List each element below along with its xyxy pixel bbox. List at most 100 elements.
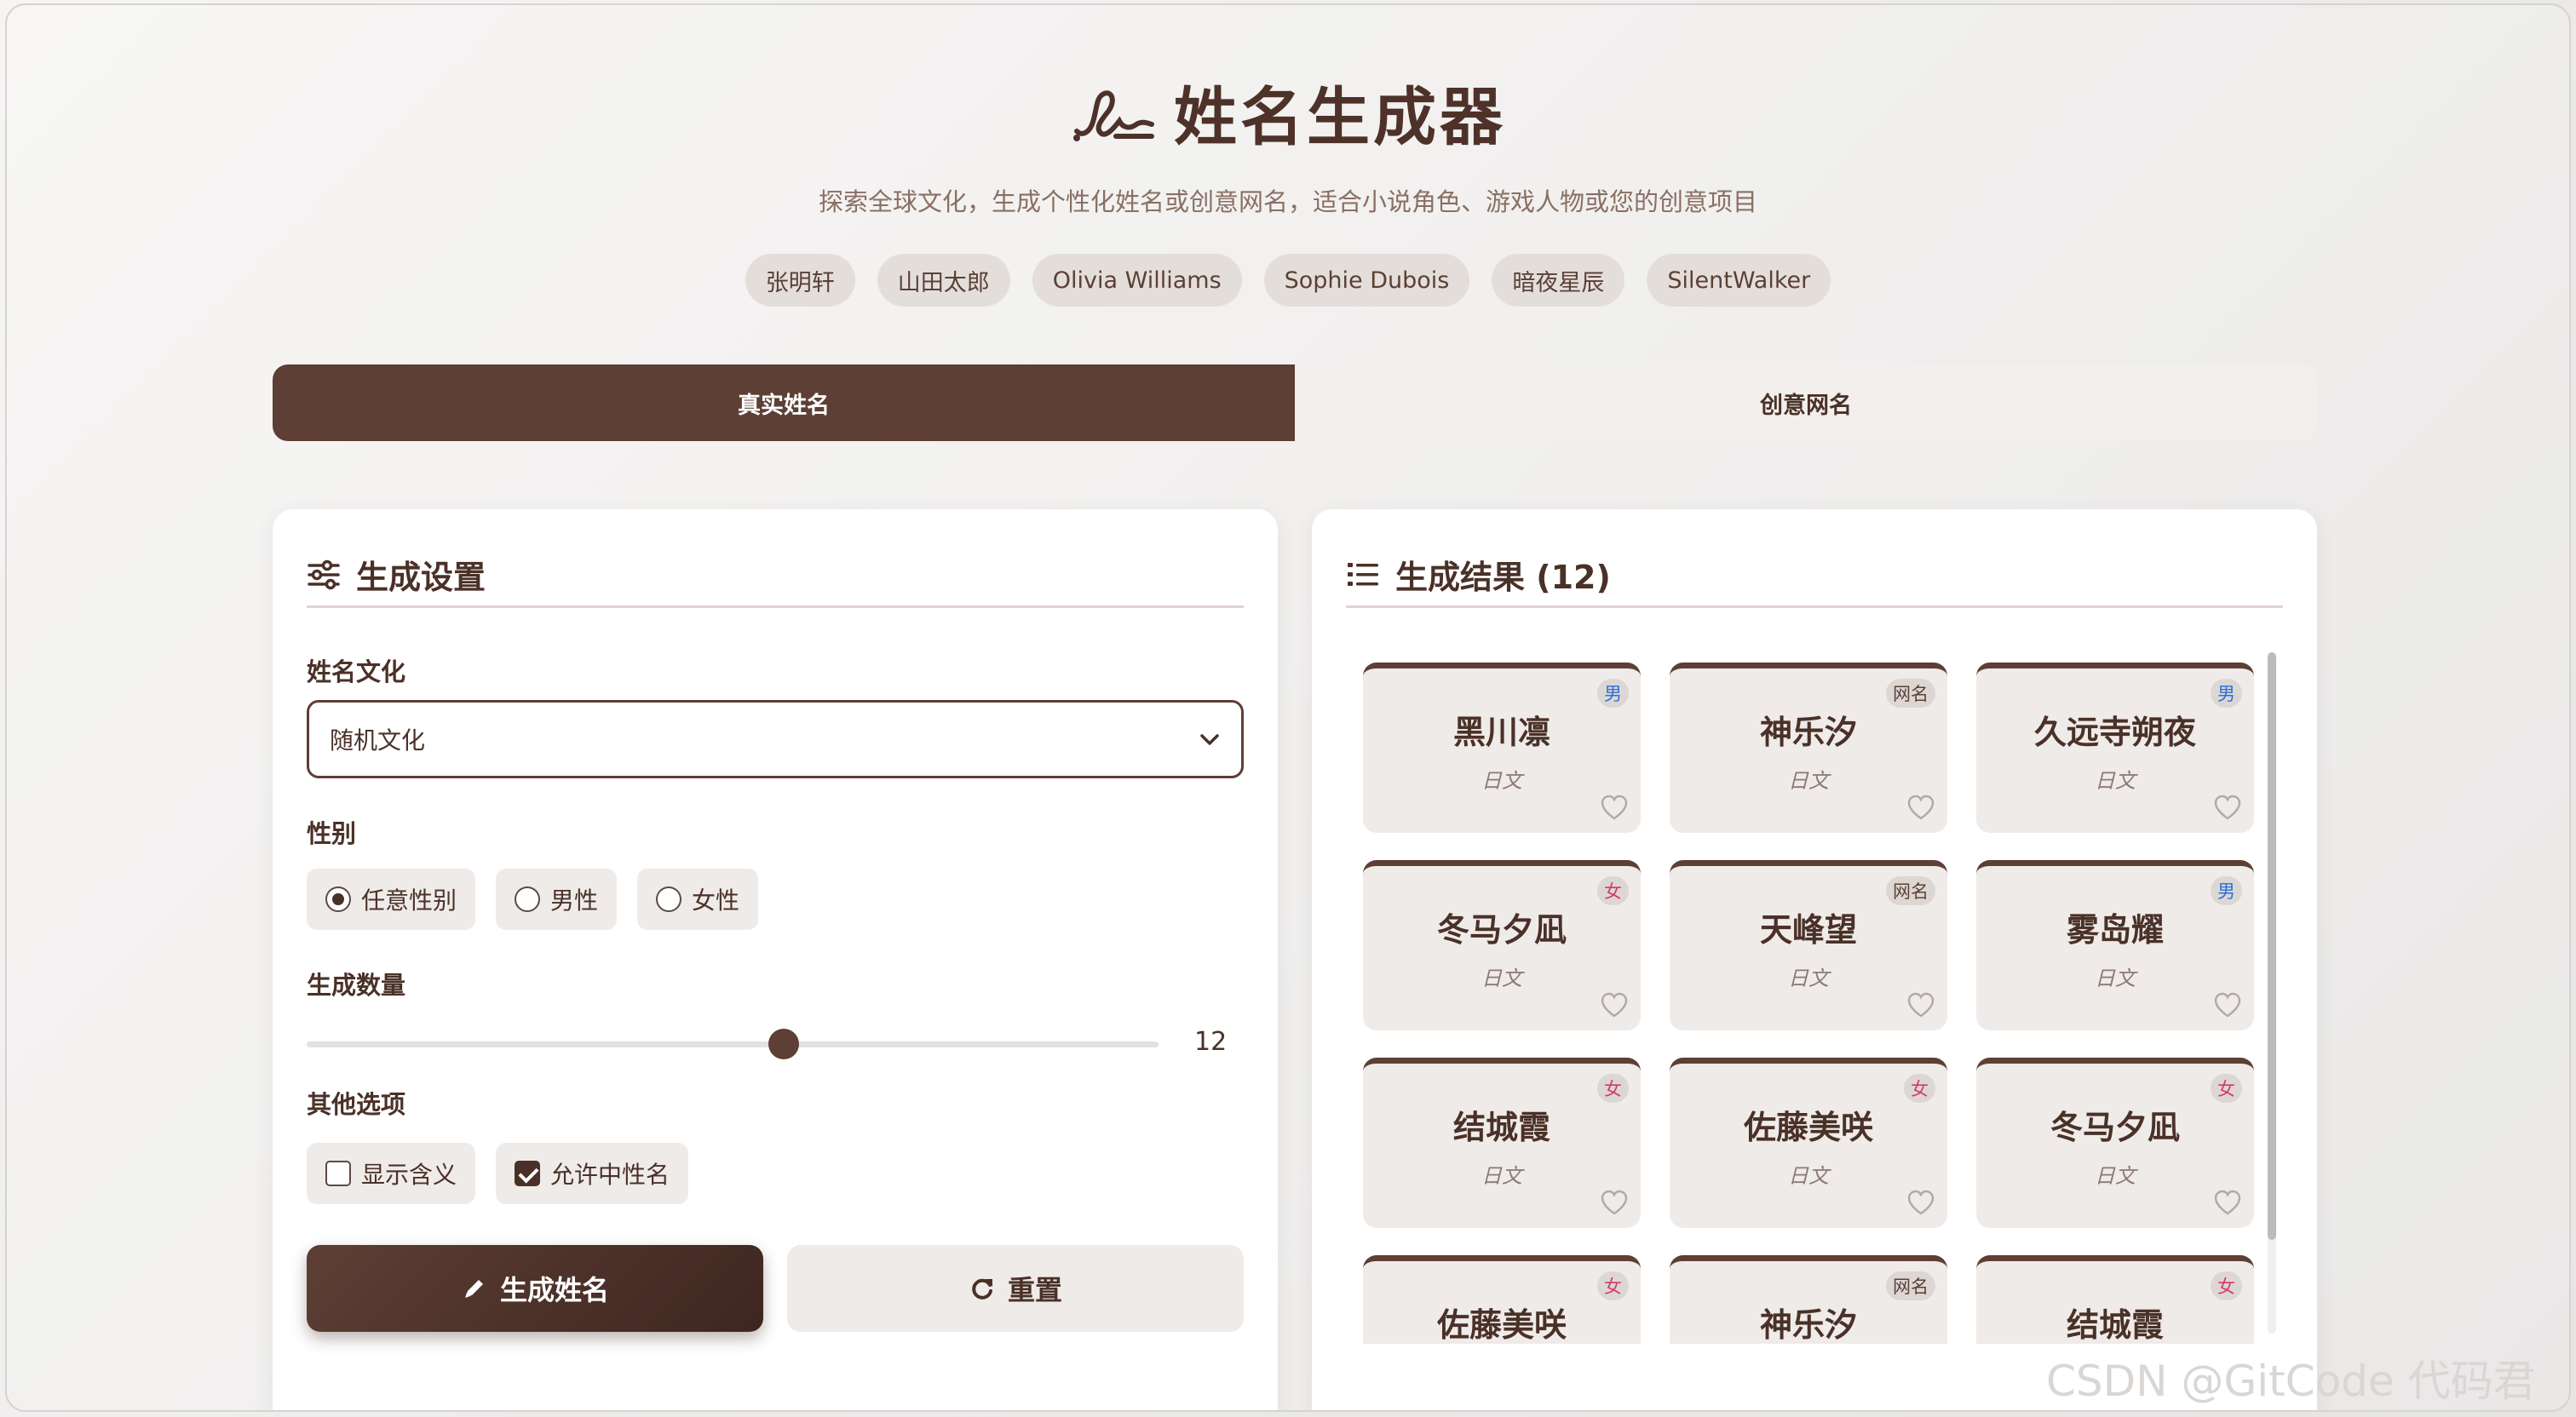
heart-icon[interactable]: [1600, 991, 1629, 1018]
example-chips: 张明轩 山田太郎 Olivia Williams Sophie Dubois 暗…: [7, 254, 2569, 307]
name-card[interactable]: 男久远寺朔夜日文: [1976, 663, 2254, 833]
scrollbar-thumb[interactable]: [2268, 652, 2276, 1240]
tab-creative-nicknames[interactable]: 创意网名: [1295, 364, 2317, 441]
generate-button-label: 生成姓名: [499, 1274, 609, 1306]
name-card[interactable]: 女冬马夕凪 日文: [1363, 860, 1641, 1030]
gender-badge: 网名: [1886, 876, 1935, 905]
generated-name: 冬马夕凪: [2050, 1109, 2180, 1146]
sliders-icon: [308, 559, 340, 589]
results-scrollbar[interactable]: [2268, 652, 2276, 1334]
culture-select-value: 随机文化: [330, 726, 426, 754]
list-icon: [1348, 562, 1378, 586]
example-chip[interactable]: 暗夜星辰: [1492, 254, 1625, 307]
name-card[interactable]: 男黑川凛 日文: [1363, 663, 1641, 833]
heart-icon[interactable]: [1906, 1189, 1935, 1216]
results-header: 生成结果 (12): [1346, 543, 2283, 608]
gender-badge: 女: [1597, 1074, 1629, 1103]
settings-header: 生成设置: [307, 543, 1244, 608]
page-title: 姓名生成器: [1174, 81, 1506, 154]
signature-icon: [1073, 89, 1154, 141]
example-chip[interactable]: Sophie Dubois: [1263, 254, 1470, 307]
pencil-icon: [464, 1280, 483, 1298]
chevron-down-icon: [1200, 734, 1219, 745]
reset-button[interactable]: 重置: [787, 1245, 1244, 1332]
gender-option-female[interactable]: 女性: [637, 869, 759, 930]
gender-label: 性别: [307, 819, 357, 848]
gender-option-any[interactable]: 任意性别: [307, 869, 476, 930]
culture-label: 姓名文化: [307, 657, 406, 686]
generated-name: 佐藤美咲: [1436, 1306, 1567, 1344]
generated-name: 久远寺朔夜: [2033, 714, 2196, 751]
generated-name: 冬马夕凪: [1436, 911, 1567, 949]
count-slider[interactable]: [307, 1029, 1159, 1059]
app-window: 姓名生成器 探索全球文化，生成个性化姓名或创意网名，适合小说角色、游戏人物或您的…: [5, 3, 2571, 1412]
gender-option-male[interactable]: 男性: [496, 869, 618, 930]
name-card[interactable]: 网名神乐汐日文: [1670, 663, 1947, 833]
radio-icon: [515, 886, 541, 912]
name-culture: 日文: [1788, 769, 1829, 793]
gender-option-label: 男性: [550, 886, 599, 915]
heart-icon[interactable]: [1600, 1189, 1629, 1216]
slider-track: [307, 1041, 1159, 1047]
results-grid: 男黑川凛 日文 网名 神乐汐 日文男久远寺朔夜 日文女冬马夕凪 日文 网名 天峰望 日文男雾岛耀日…: [1363, 663, 2317, 1344]
name-culture: 日文: [2095, 769, 2136, 793]
example-chip[interactable]: 山田太郎: [877, 254, 1010, 307]
example-chip[interactable]: 张明轩: [745, 254, 855, 307]
name-card[interactable]: 网名 天峰望 日文: [1670, 860, 1947, 1030]
name-card[interactable]: 女结城霞日文: [1976, 1255, 2254, 1344]
watermark: CSDN @GitCode 代码君: [2046, 1357, 2536, 1406]
name-card[interactable]: 女冬马夕凪日文: [1976, 1058, 2254, 1228]
gender-badge: 女: [2211, 1074, 2242, 1103]
option-show-meaning[interactable]: 显示含义: [307, 1143, 476, 1204]
gender-options: 任意性别 男性 女性: [307, 869, 759, 930]
page-header: 姓名生成器: [7, 66, 2569, 158]
results-panel: 生成结果 (12) 男黑川凛 日文 网名 神乐汐 日文男久远寺朔夜 日文女冬马夕凪 日文 网名…: [1312, 509, 2317, 1410]
name-card[interactable]: 网名神乐汐日文: [1670, 1255, 1947, 1344]
generated-name: 黑川凛: [1452, 714, 1550, 751]
gender-badge: 女: [1597, 1271, 1629, 1300]
count-label: 生成数量: [307, 971, 406, 1000]
settings-title: 生成设置: [356, 559, 486, 596]
name-culture: 日文: [2095, 1164, 2136, 1188]
heart-icon[interactable]: [1906, 991, 1935, 1018]
gender-badge: 男: [2211, 876, 2242, 905]
radio-selected-icon: [325, 886, 351, 912]
name-card[interactable]: 女佐藤美咲日文: [1363, 1255, 1641, 1344]
generated-name: 雾岛耀: [2066, 911, 2164, 949]
heart-icon[interactable]: [1906, 794, 1935, 821]
radio-icon: [656, 886, 682, 912]
option-label: 允许中性名: [550, 1161, 670, 1189]
heart-icon[interactable]: [2213, 794, 2242, 821]
example-chip[interactable]: Olivia Williams: [1032, 254, 1242, 307]
gender-option-label: 任意性别: [361, 886, 457, 915]
example-chip[interactable]: SilentWalker: [1647, 254, 1831, 307]
name-card[interactable]: 男雾岛耀日文: [1976, 860, 2254, 1030]
refresh-icon: [972, 1278, 992, 1299]
generated-name: 佐藤美咲: [1743, 1109, 1873, 1146]
mode-tabs: 真实姓名 创意网名: [273, 364, 2317, 441]
gender-badge: 女: [1904, 1074, 1935, 1103]
name-card[interactable]: 女佐藤美咲日文: [1670, 1058, 1947, 1228]
slider-thumb[interactable]: [768, 1029, 799, 1059]
name-culture: 日文: [1481, 967, 1522, 990]
heart-icon[interactable]: [1600, 794, 1629, 821]
generated-name: 神乐汐: [1759, 714, 1857, 751]
option-allow-neutral[interactable]: 允许中性名: [496, 1143, 689, 1204]
page-subtitle: 探索全球文化，生成个性化姓名或创意网名，适合小说角色、游戏人物或您的创意项目: [818, 187, 1757, 216]
tab-real-names[interactable]: 真实姓名: [273, 364, 1295, 441]
generate-button[interactable]: 生成姓名: [307, 1245, 763, 1332]
name-culture: 日文: [1481, 769, 1522, 793]
heart-icon[interactable]: [2213, 991, 2242, 1018]
other-options-label: 其他选项: [307, 1090, 406, 1119]
gender-badge: 网名: [1886, 679, 1935, 708]
gender-badge: 男: [2211, 679, 2242, 708]
culture-select[interactable]: 随机文化: [307, 700, 1244, 778]
gender-option-label: 女性: [692, 886, 740, 915]
name-card[interactable]: 女结城霞日文: [1363, 1058, 1641, 1228]
gender-badge: 女: [2211, 1271, 2242, 1300]
generated-name: 结城霞: [2066, 1306, 2164, 1344]
heart-icon[interactable]: [2213, 1189, 2242, 1216]
generated-name: 结城霞: [1452, 1109, 1550, 1146]
name-culture: 日文: [2095, 967, 2136, 990]
results-scroll-area[interactable]: 男黑川凛 日文 网名 神乐汐 日文男久远寺朔夜 日文女冬马夕凪 日文 网名 天峰望 日文男雾岛耀日…: [1363, 663, 2317, 1344]
